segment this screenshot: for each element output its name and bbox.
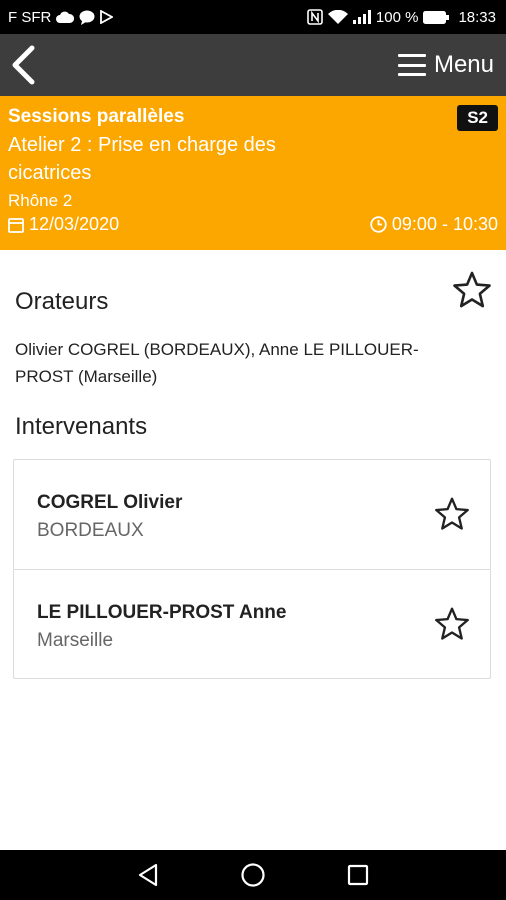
- carrier-label: F SFR: [8, 8, 52, 26]
- status-bar: F SFR 100 % 18:33: [0, 0, 506, 34]
- speaker-name: LE PILLOUER-PROST Anne: [37, 602, 287, 623]
- nav-recents-button[interactable]: [338, 855, 378, 895]
- star-outline-icon: [453, 271, 491, 308]
- session-title: Atelier 2 : Prise en charge des cicatric…: [8, 134, 276, 184]
- session-time: 09:00 - 10:30: [370, 214, 498, 235]
- star-outline-icon: [435, 497, 469, 530]
- session-type: Sessions parallèles: [8, 106, 185, 127]
- back-triangle-icon: [138, 863, 157, 887]
- list-item[interactable]: COGREL Olivier BORDEAUX: [14, 460, 490, 569]
- session-header: Sessions parallèles Atelier 2 : Prise en…: [0, 96, 506, 250]
- session-date-text: 12/03/2020: [29, 214, 120, 234]
- session-time-text: 09:00 - 10:30: [391, 214, 498, 234]
- chat-icon: [79, 10, 95, 25]
- session-meta: 12/03/2020 09:00 - 10:30: [8, 214, 498, 235]
- intervenants-heading: Intervenants: [15, 413, 148, 440]
- home-circle-icon: [241, 863, 265, 887]
- status-bar-left: F SFR: [8, 8, 114, 26]
- menu-button[interactable]: Menu: [397, 51, 494, 79]
- list-item[interactable]: LE PILLOUER-PROST Anne Marseille: [14, 569, 490, 678]
- play-store-icon: [100, 10, 114, 24]
- session-detail-content: Orateurs Olivier COGREL (BORDEAUX), Anne…: [0, 250, 506, 850]
- nfc-icon: [307, 9, 323, 25]
- favorite-session-button[interactable]: [452, 270, 492, 310]
- system-nav-bar: [0, 850, 506, 900]
- status-bar-right: 100 % 18:33: [307, 9, 496, 26]
- menu-label: Menu: [433, 51, 494, 78]
- star-outline-icon: [435, 607, 469, 640]
- cloud-icon: [56, 11, 75, 23]
- speaker-city: BORDEAUX: [37, 520, 144, 541]
- hamburger-icon: [397, 54, 426, 76]
- speaker-city: Marseille: [37, 630, 114, 651]
- session-code-badge: S2: [457, 105, 498, 131]
- session-date: 12/03/2020: [8, 214, 119, 235]
- orateurs-heading: Orateurs: [15, 288, 109, 315]
- nav-home-button[interactable]: [233, 855, 273, 895]
- favorite-speaker-button[interactable]: [434, 496, 470, 532]
- intervenants-list: COGREL Olivier BORDEAUX LE PILLOUER-PROS…: [13, 459, 491, 679]
- app-bar: Menu: [0, 34, 506, 96]
- signal-icon: [352, 10, 371, 24]
- wifi-icon: [327, 9, 348, 25]
- clock: 18:33: [458, 8, 496, 26]
- session-room: Rhône 2: [8, 191, 73, 210]
- nav-back-button[interactable]: [128, 855, 168, 895]
- battery-icon: [423, 10, 450, 24]
- back-button[interactable]: [10, 42, 44, 88]
- speaker-name: COGREL Olivier: [37, 492, 183, 513]
- calendar-icon: [8, 217, 24, 233]
- recents-square-icon: [348, 864, 369, 886]
- battery-percent: 100 %: [375, 8, 419, 26]
- orateurs-list-text: Olivier COGREL (BORDEAUX), Anne LE PILLO…: [15, 340, 419, 386]
- chevron-left-icon: [12, 45, 35, 85]
- favorite-speaker-button[interactable]: [434, 606, 470, 642]
- clock-icon: [370, 216, 387, 233]
